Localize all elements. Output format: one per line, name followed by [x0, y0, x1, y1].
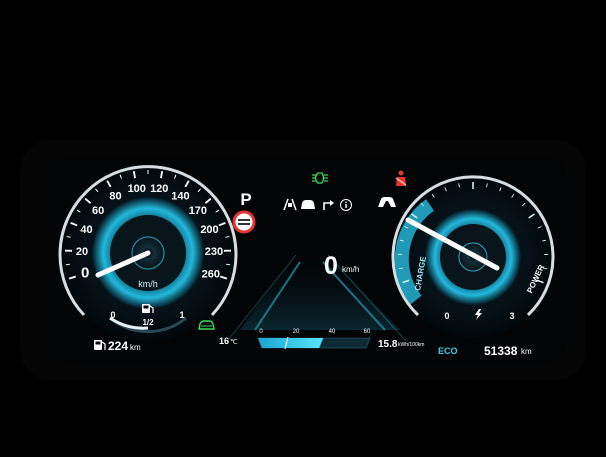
speedometer-tick-label: 200 — [200, 224, 218, 236]
speedometer-tick — [132, 171, 136, 179]
fuel-half-label: 1/2 — [142, 318, 154, 327]
outside-temp-unit: ℃ — [230, 339, 238, 346]
fuel-empty-label: 0 — [110, 310, 115, 320]
power-gauge-tick — [398, 267, 403, 270]
outside-temp-value: 16 — [219, 336, 229, 346]
speedometer-tick-label: 170 — [189, 205, 207, 217]
speedometer-tick-label: 20 — [76, 246, 88, 258]
speedometer: 0 20 4060 80 100 120140170 200 230 260 — [58, 165, 238, 341]
odometer-value: 51338 — [484, 344, 518, 358]
power-tick-0: 0 — [444, 311, 449, 321]
economy-tick-40: 40 — [329, 329, 336, 335]
fuel-full-label: 1 — [179, 310, 184, 320]
speedometer-tick-label: 40 — [80, 224, 92, 236]
power-gauge — [391, 175, 555, 337]
economy-unit: kWh/100km — [398, 342, 424, 348]
instrument-cluster: 020406080100 120140170200230260 km/h 0 1/… — [20, 140, 586, 380]
vehicle-ahead-icon — [301, 200, 315, 209]
economy-value: 15.8 — [378, 339, 398, 350]
speedometer-tick-label: 0 — [81, 264, 89, 281]
economy-tick-20: 20 — [293, 329, 300, 335]
speedometer-tick-label: 120 — [150, 183, 168, 195]
speedometer-tick — [65, 263, 70, 266]
speedometer-tick — [160, 171, 164, 179]
odometer-unit: km — [521, 347, 532, 356]
speedometer-tick-label: 140 — [171, 191, 189, 203]
digital-speed-value: 0 — [324, 252, 338, 280]
speedometer-tick-label: 100 — [128, 183, 146, 195]
speedometer-tick-label: 80 — [109, 191, 121, 203]
drive-mode-eco: ECO — [438, 346, 458, 356]
speedometer-tick-label: 230 — [205, 246, 223, 258]
speedometer-tick-label: 60 — [92, 205, 104, 217]
digital-speed-unit: km/h — [342, 265, 359, 274]
fuel-economy-bar — [257, 336, 371, 350]
power-tick-3: 3 — [509, 311, 514, 321]
speedometer-unit: km/h — [138, 279, 158, 289]
speed-limit-sign-icon — [232, 210, 256, 234]
economy-tick-60: 60 — [364, 329, 371, 335]
range-value: 224 — [108, 339, 128, 353]
range-unit: km — [130, 343, 141, 352]
speedometer-tick — [226, 263, 231, 266]
gear-indicator: P — [240, 190, 251, 209]
speedometer-tick-label: 260 — [202, 268, 220, 280]
